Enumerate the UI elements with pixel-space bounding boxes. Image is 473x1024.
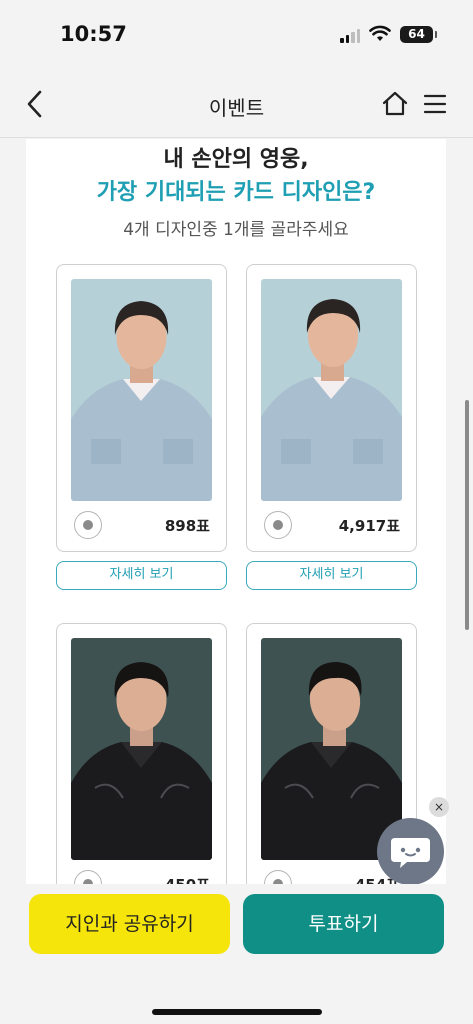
status-bar: 10:57 64: [0, 0, 473, 72]
detail-button-2[interactable]: 자세히 보기: [246, 561, 417, 590]
event-heading-line2: 가장 기대되는 카드 디자인은?: [96, 180, 376, 205]
chat-icon: [391, 838, 430, 868]
scrollbar[interactable]: [465, 400, 469, 630]
status-time: 10:57: [60, 22, 127, 46]
card-votes-1: 898표: [164, 517, 210, 535]
bottom-action-bar: 지인과 공유하기 투표하기: [0, 884, 473, 1024]
design-card-2[interactable]: 4,917표: [246, 264, 417, 552]
card-photo-3: [71, 638, 212, 860]
home-indicator: [152, 1009, 322, 1015]
event-subheading: 4개 디자인중 1개를 골라주세요: [123, 220, 349, 240]
design-card-3[interactable]: 450표: [56, 623, 227, 911]
signal-icon: [340, 29, 360, 43]
detail-button-1[interactable]: 자세히 보기: [56, 561, 227, 590]
close-chat-button[interactable]: ×: [429, 797, 449, 817]
nav-bar: 이벤트: [0, 72, 473, 138]
card-photo-2: [261, 279, 402, 501]
design-card-1[interactable]: 898표: [56, 264, 227, 552]
share-button[interactable]: 지인과 공유하기: [29, 894, 230, 954]
wifi-icon: [369, 25, 391, 41]
chat-button[interactable]: [377, 818, 444, 885]
menu-icon[interactable]: [420, 89, 450, 119]
battery-icon: 64: [400, 26, 437, 43]
card-radio-1[interactable]: [74, 511, 102, 539]
event-heading-line1: 내 손안의 영웅,: [163, 147, 309, 172]
card-votes-2: 4,917표: [338, 517, 400, 535]
card-photo-1: [71, 279, 212, 501]
vote-button[interactable]: 투표하기: [243, 894, 444, 954]
card-radio-2[interactable]: [264, 511, 292, 539]
home-icon[interactable]: [380, 89, 410, 119]
